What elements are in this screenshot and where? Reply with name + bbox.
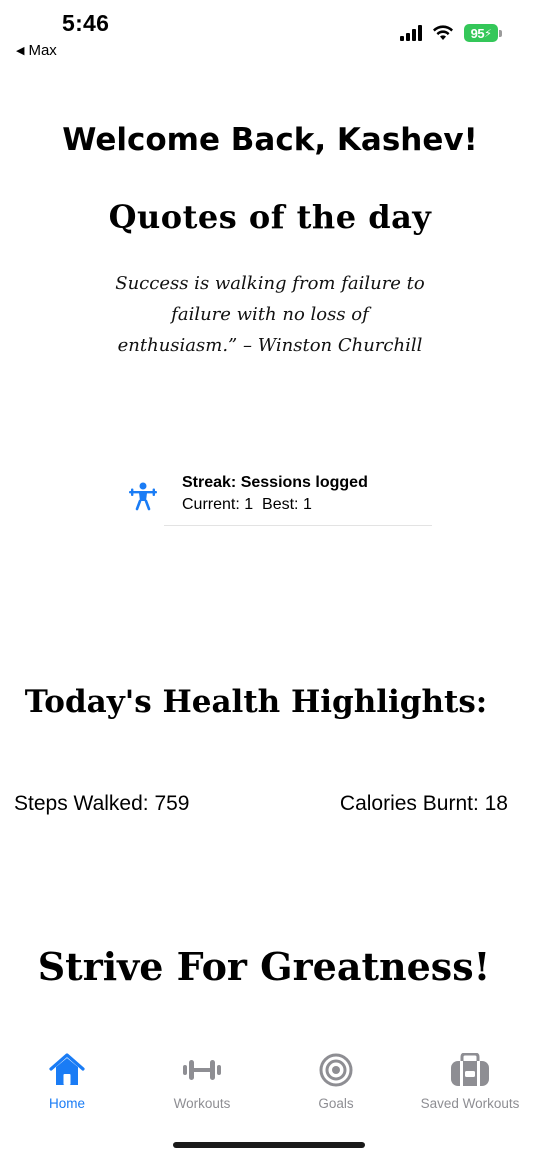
tab-bar: Home Workouts Goals Saved Workouts xyxy=(0,1050,540,1120)
quotes-title: Quotes of the day xyxy=(108,198,432,236)
streak-detail: Current: 1 Best: 1 xyxy=(182,496,312,513)
status-time: 5:46 xyxy=(62,10,110,36)
target-icon xyxy=(271,1050,401,1090)
wifi-icon xyxy=(433,25,453,40)
tab-saved-workouts-label: Saved Workouts xyxy=(420,1096,520,1111)
home-indicator xyxy=(173,1142,365,1148)
dumbbell-icon xyxy=(137,1050,267,1090)
streak-title: Streak: Sessions logged xyxy=(182,474,368,491)
tab-home-label: Home xyxy=(48,1096,85,1111)
backpack-icon xyxy=(405,1050,535,1090)
calories-burnt: Calories Burnt: 18 xyxy=(339,792,508,815)
tab-workouts-label: Workouts xyxy=(173,1096,231,1111)
battery-icon: 95 ⚡ xyxy=(464,24,502,42)
home-screen: 5:46 ◀ Max 95 ⚡ Welcome Back, Kashev! Quo… xyxy=(0,0,540,1164)
back-to-app-link[interactable]: ◀ Max xyxy=(16,42,57,59)
back-triangle-icon: ◀ xyxy=(16,45,25,57)
welcome-heading: Welcome Back, Kashev! xyxy=(62,122,478,158)
status-indicators: 95 ⚡ xyxy=(400,24,502,42)
streak-text: Streak: Sessions logged Current: 1 Best:… xyxy=(164,472,432,526)
back-label: Max xyxy=(28,42,57,59)
house-icon xyxy=(2,1050,132,1090)
motto-text: Strive For Greatness! xyxy=(37,944,491,989)
tab-saved-workouts[interactable]: Saved Workouts xyxy=(405,1050,535,1111)
quote-text: Success is walking from failure to failu… xyxy=(115,273,425,356)
steps-walked: Steps Walked: 759 xyxy=(14,792,190,815)
health-highlights-title: Today's Health Highlights: xyxy=(24,684,488,720)
tab-goals-label: Goals xyxy=(318,1096,354,1111)
tab-workouts[interactable]: Workouts xyxy=(137,1050,267,1111)
tab-goals[interactable]: Goals xyxy=(271,1050,401,1111)
tab-home[interactable]: Home xyxy=(2,1050,132,1111)
weightlifter-icon xyxy=(128,472,164,516)
cellular-signal-icon xyxy=(400,25,422,41)
battery-level: 95 xyxy=(470,25,485,41)
streak-card: Streak: Sessions logged Current: 1 Best:… xyxy=(128,472,432,526)
